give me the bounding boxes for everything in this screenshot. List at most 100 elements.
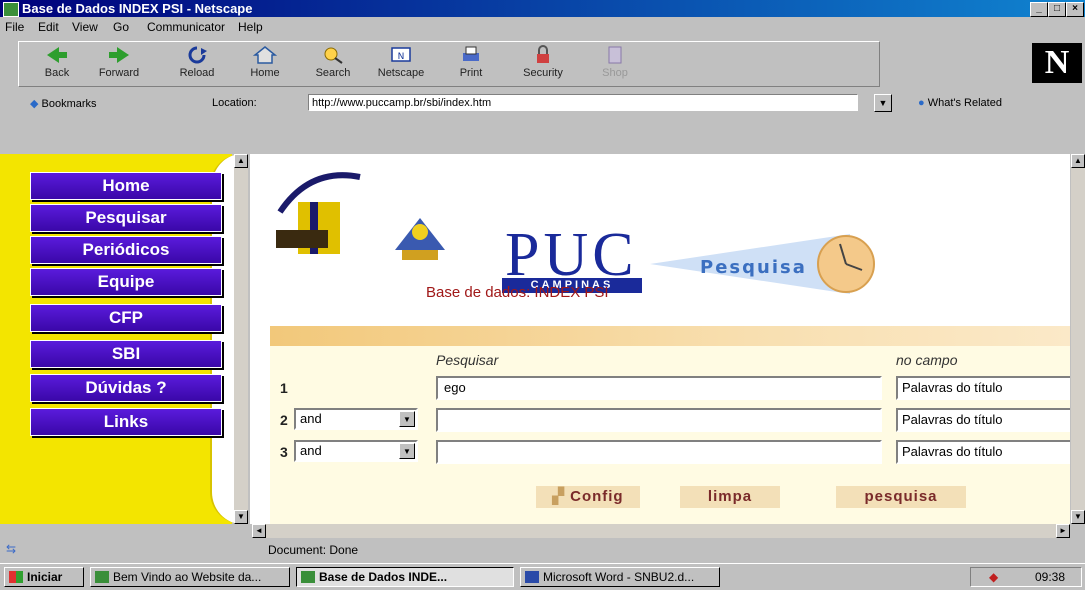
home-button[interactable]: Home xyxy=(235,45,295,85)
nav-buttons: Back Forward Reload Home Search N Netsca… xyxy=(18,41,880,87)
row-number: 1 xyxy=(280,380,288,396)
menu-edit[interactable]: Edit xyxy=(38,20,59,34)
tray-icon: ◆ xyxy=(989,570,999,584)
sidebar-item-home[interactable]: Home xyxy=(30,172,222,200)
clear-button[interactable]: limpa xyxy=(680,486,780,508)
close-button[interactable]: × xyxy=(1066,2,1084,17)
netscape-app-icon xyxy=(95,571,109,583)
search-term-input-1[interactable]: ego xyxy=(436,376,882,400)
database-subtitle: Base de dados: INDEX PSI xyxy=(426,284,609,301)
window-title: Base de Dados INDEX PSI - Netscape xyxy=(22,1,253,16)
navigation-toolbar: Back Forward Reload Home Search N Netsca… xyxy=(0,37,1085,117)
search-button[interactable]: Search xyxy=(303,45,363,85)
menu-go[interactable]: Go xyxy=(113,20,129,34)
scroll-down-icon[interactable]: ▼ xyxy=(1071,510,1085,524)
sidebar-scrollbar[interactable]: ▲ ▼ xyxy=(234,154,248,524)
scroll-left-icon[interactable]: ◄ xyxy=(252,524,266,538)
operator-select-2[interactable]: and ▼ xyxy=(294,408,418,430)
netscape-app-icon xyxy=(3,2,19,17)
chevron-down-icon[interactable]: ▼ xyxy=(399,411,415,427)
sidebar-item-periodicos[interactable]: Periódicos xyxy=(30,236,222,264)
home-icon xyxy=(253,46,277,64)
forward-button[interactable]: Forward xyxy=(89,45,149,85)
column-search-label: Pesquisar xyxy=(436,352,499,368)
whats-related-icon: ● xyxy=(918,97,925,109)
operator-select-3[interactable]: and ▼ xyxy=(294,440,418,462)
bookmarks-button[interactable]: ◆ Bookmarks xyxy=(30,97,97,110)
sidebar-item-duvidas[interactable]: Dúvidas ? xyxy=(30,374,222,402)
chevron-down-icon[interactable]: ▼ xyxy=(399,443,415,459)
sidebar-item-sbi[interactable]: SBI xyxy=(30,340,222,368)
taskbar-item-word[interactable]: Microsoft Word - SNBU2.d... xyxy=(520,567,720,587)
config-icon: ▞ xyxy=(552,488,565,505)
university-emblems xyxy=(276,172,445,260)
main-content: PUC CAMPINAS Pesquisa Base de dados: IND… xyxy=(250,154,1070,524)
status-bar: ⇆ Document: Done xyxy=(0,539,1085,561)
back-arrow-icon xyxy=(47,47,67,63)
location-input[interactable]: http://www.puccamp.br/sbi/index.htm xyxy=(308,94,858,111)
location-label: Location: xyxy=(212,97,257,109)
row-number: 2 xyxy=(280,412,288,428)
menu-view[interactable]: View xyxy=(72,20,98,34)
search-form: Pesquisar no campo 1 ego Palavras do tít… xyxy=(270,346,1070,524)
bookmarks-icon: ◆ xyxy=(30,98,39,110)
search-submit-button[interactable]: pesquisa xyxy=(836,486,966,508)
row-number: 3 xyxy=(280,444,288,460)
whats-related-button[interactable]: ● What's Related xyxy=(918,97,1002,109)
taskbar-item-database[interactable]: Base de Dados INDE... xyxy=(296,567,514,587)
content-scrollbar[interactable]: ▲ ▼ xyxy=(1071,154,1085,524)
svg-text:N: N xyxy=(398,52,405,62)
scroll-up-icon[interactable]: ▲ xyxy=(234,154,248,168)
horizontal-scrollbar[interactable]: ◄ ► xyxy=(252,524,1070,538)
field-select-3[interactable]: Palavras do título xyxy=(896,440,1070,464)
field-select-2[interactable]: Palavras do título xyxy=(896,408,1070,432)
reload-icon xyxy=(188,46,207,64)
netscape-icon: N xyxy=(391,47,411,62)
netscape-button[interactable]: N Netscape xyxy=(371,45,431,85)
sidebar-item-links[interactable]: Links xyxy=(30,408,222,436)
print-icon xyxy=(463,46,479,61)
sidebar-item-cfp[interactable]: CFP xyxy=(30,304,222,332)
netscape-app-icon xyxy=(301,571,315,583)
location-dropdown-button[interactable]: ▼ xyxy=(874,94,892,112)
security-button[interactable]: Security xyxy=(513,45,573,85)
taskbar: Iniciar Bem Vindo ao Website da... Base … xyxy=(0,563,1085,590)
pesquisa-tagline: Pesquisa xyxy=(700,257,807,278)
menu-help[interactable]: Help xyxy=(238,20,263,34)
search-term-input-2[interactable] xyxy=(436,408,882,432)
location-bar: ◆ Bookmarks Location: http://www.puccamp… xyxy=(0,92,1085,116)
sidebar-item-pesquisar[interactable]: Pesquisar xyxy=(30,204,222,232)
maximize-button[interactable]: □ xyxy=(1048,2,1066,17)
taskbar-item-website[interactable]: Bem Vindo ao Website da... xyxy=(90,567,290,587)
shop-button[interactable]: Shop xyxy=(585,45,645,85)
back-button[interactable]: Back xyxy=(27,45,87,85)
windows-logo-icon xyxy=(9,571,23,583)
minimize-button[interactable]: _ xyxy=(1030,2,1048,17)
menu-bar: File Edit View Go Communicator Help xyxy=(0,18,1085,36)
search-term-input-3[interactable] xyxy=(436,440,882,464)
config-button[interactable]: ▞ Config xyxy=(536,486,640,508)
clock: 09:38 xyxy=(1035,570,1066,584)
print-button[interactable]: Print xyxy=(441,45,501,85)
field-select-1[interactable]: Palavras do título xyxy=(896,376,1070,400)
column-field-label: no campo xyxy=(896,352,958,368)
menu-file[interactable]: File xyxy=(5,20,24,34)
netscape-logo: N xyxy=(1032,43,1082,83)
security-lock-icon xyxy=(537,45,549,63)
form-header-bar xyxy=(270,326,1070,346)
sidebar-frame: Home Pesquisar Periódicos Equipe CFP SBI… xyxy=(0,154,242,524)
system-tray: ◆ 09:38 xyxy=(970,567,1082,587)
scroll-right-icon[interactable]: ► xyxy=(1056,524,1070,538)
connection-icon: ⇆ xyxy=(6,542,17,556)
reload-button[interactable]: Reload xyxy=(167,45,227,85)
search-icon xyxy=(324,47,343,64)
menu-communicator[interactable]: Communicator xyxy=(147,20,225,34)
sidebar-item-equipe[interactable]: Equipe xyxy=(30,268,222,296)
header-logos: PUC CAMPINAS Pesquisa xyxy=(270,172,875,294)
title-bar: Base de Dados INDEX PSI - Netscape _ □ × xyxy=(0,0,1085,17)
start-button[interactable]: Iniciar xyxy=(4,567,84,587)
forward-arrow-icon xyxy=(109,47,129,63)
scroll-up-icon[interactable]: ▲ xyxy=(1071,154,1085,168)
scroll-down-icon[interactable]: ▼ xyxy=(234,510,248,524)
word-app-icon xyxy=(525,571,539,583)
